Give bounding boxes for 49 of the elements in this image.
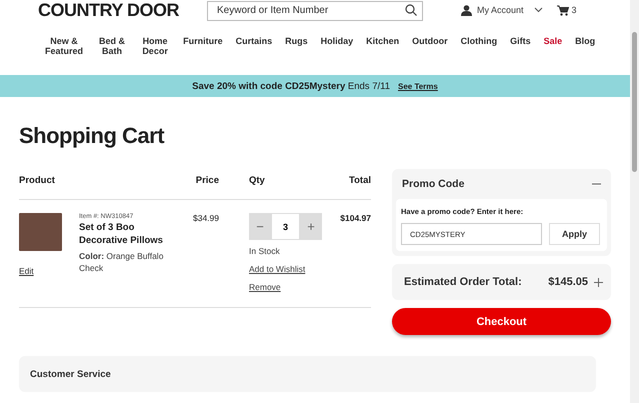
- column-header: Product: [19, 175, 55, 186]
- unit-price: $34.99: [193, 213, 219, 223]
- quantity-field[interactable]: 3: [271, 213, 300, 240]
- customer-service-panel[interactable]: Customer Service: [19, 356, 596, 392]
- nav-link[interactable]: Sale: [544, 36, 562, 46]
- nav-link[interactable]: Bed & Bath: [97, 36, 128, 56]
- panel-title: Promo Code: [402, 178, 464, 190]
- nav-link[interactable]: Outdoor: [412, 36, 448, 46]
- nav-link[interactable]: Kitchen: [366, 36, 400, 46]
- column-header: Price: [196, 175, 219, 186]
- user-icon[interactable]: [461, 4, 472, 16]
- nav-link[interactable]: New & Featured: [44, 36, 84, 56]
- nav-link[interactable]: Clothing: [460, 36, 498, 46]
- product-color: Color: Orange Buffalo Check: [79, 250, 164, 274]
- order-total-amount: $145.05: [548, 276, 588, 288]
- column-header: Total: [349, 175, 371, 186]
- remove-link[interactable]: Remove: [249, 282, 321, 292]
- cart-count: 3: [572, 5, 577, 15]
- page-title: Shopping Cart: [19, 123, 166, 149]
- stock-status: In Stock: [249, 246, 281, 256]
- logo[interactable]: COUNTRY DOOR: [38, 0, 207, 20]
- column-header: Qty: [249, 175, 265, 186]
- wishlist-link[interactable]: Add to Wishlist: [249, 264, 321, 274]
- nav-link[interactable]: Rugs: [285, 36, 308, 46]
- decrease-button[interactable]: −: [249, 213, 271, 240]
- cart-icon[interactable]: [556, 4, 569, 16]
- nav-link[interactable]: Curtains: [236, 36, 272, 46]
- chevron-down-icon[interactable]: [534, 7, 543, 13]
- nav-link[interactable]: Gifts: [510, 36, 531, 46]
- order-total-label: Estimated Order Total:: [404, 276, 522, 288]
- nav-link[interactable]: Holiday: [320, 36, 354, 46]
- search-icon[interactable]: [405, 4, 417, 16]
- see-terms-link[interactable]: See Terms: [398, 82, 438, 90]
- nav-link[interactable]: Blog: [575, 36, 596, 46]
- product-name[interactable]: Set of 3 Boo Decorative Pillows: [79, 222, 169, 247]
- apply-button[interactable]: Apply: [549, 223, 600, 245]
- nav-link[interactable]: Furniture: [183, 36, 223, 46]
- scrollbar-thumb[interactable]: [632, 32, 637, 172]
- photo-placeholder: [19, 213, 62, 251]
- line-total: $104.97: [340, 213, 371, 223]
- increase-button[interactable]: +: [300, 213, 322, 240]
- panel-title: Customer Service: [30, 368, 111, 380]
- nav-link[interactable]: Home Decor: [140, 36, 170, 56]
- account-link[interactable]: My Account: [477, 5, 524, 15]
- edit-link[interactable]: Edit: [19, 266, 34, 276]
- banner-text: Save 20% with code CD25Mystery Ends 7/11: [192, 80, 390, 92]
- search-field[interactable]: Keyword or Item Number: [207, 0, 423, 20]
- expand-icon[interactable]: [594, 278, 603, 286]
- checkout-button[interactable]: Checkout: [392, 308, 611, 335]
